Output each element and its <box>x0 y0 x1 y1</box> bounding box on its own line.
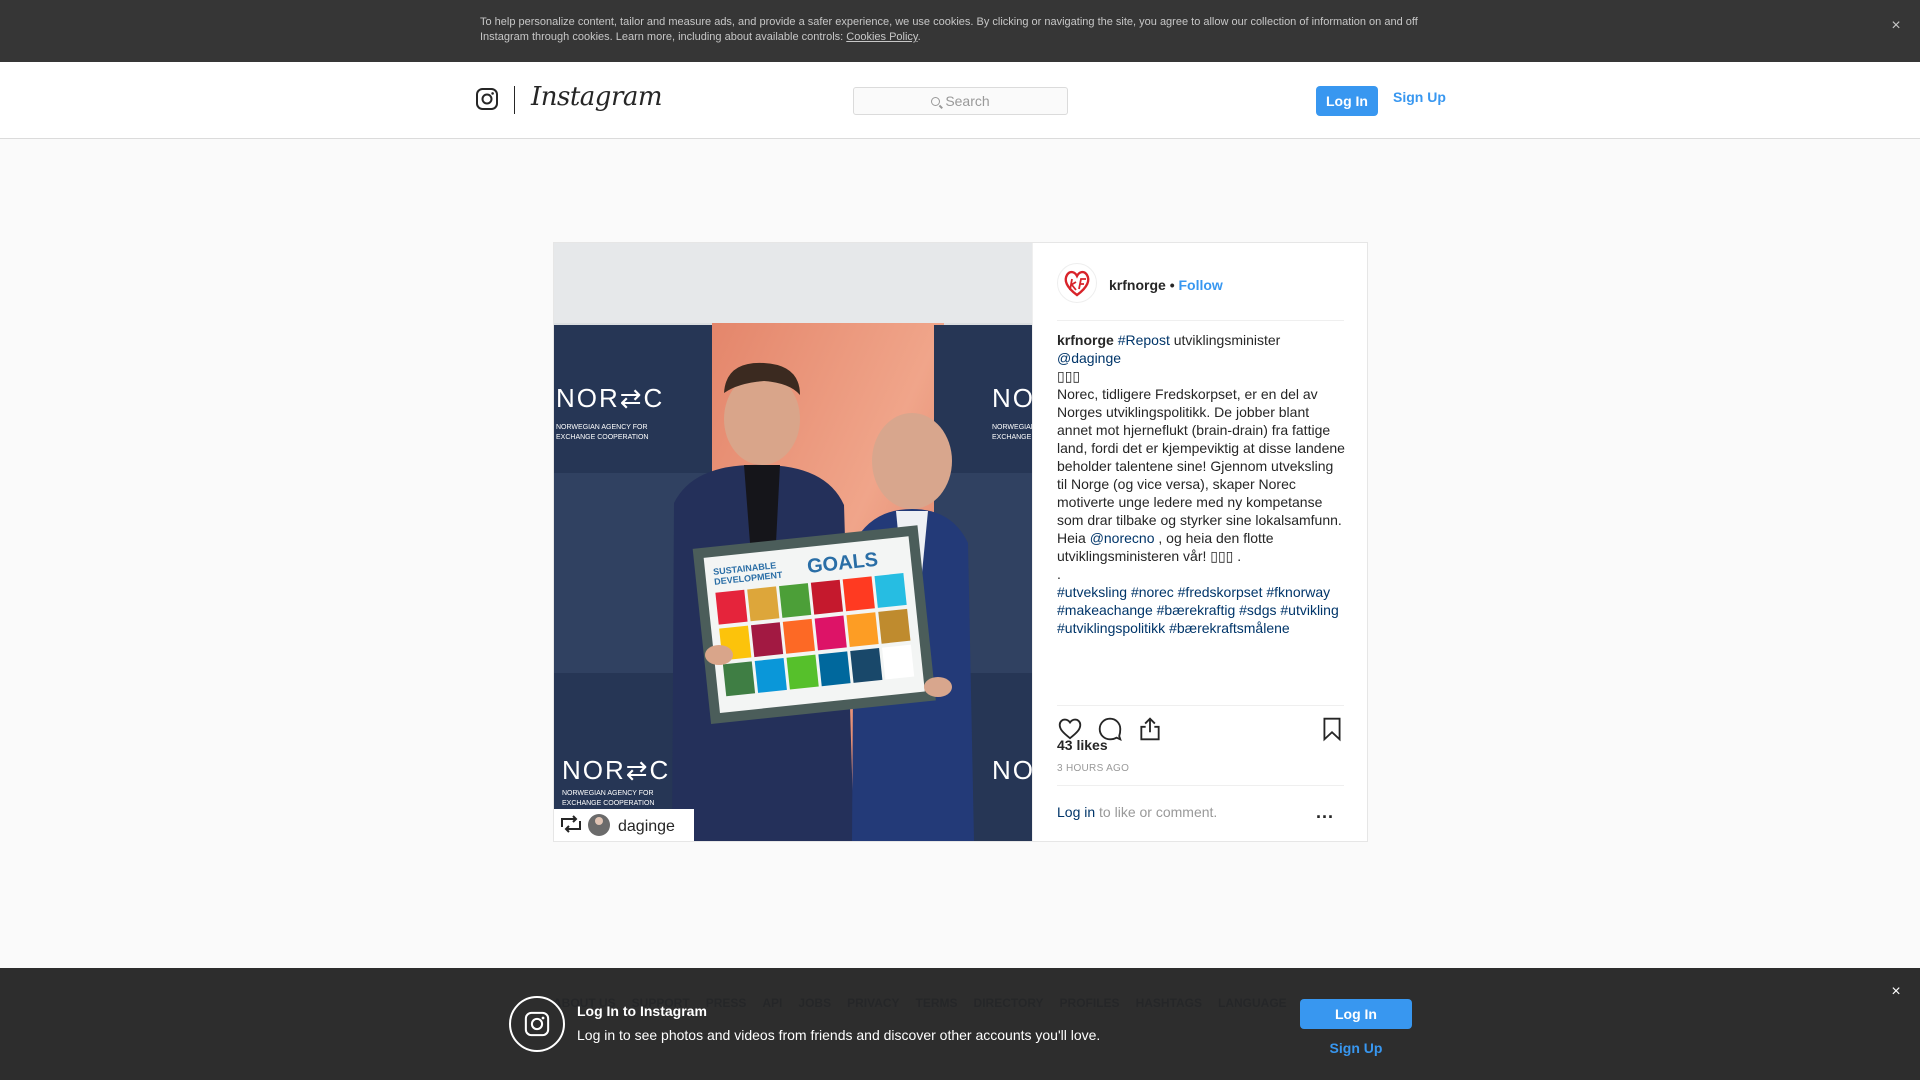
sdg-tile <box>882 644 915 680</box>
post-sidebar: krfnorge • Follow krfnorge #Repost utvik… <box>1032 243 1367 841</box>
login-prompt-title: Log In to Instagram <box>577 1003 707 1019</box>
avatar[interactable] <box>1057 263 1097 303</box>
hashtag-link[interactable]: #sdgs <box>1239 602 1276 618</box>
post-timestamp[interactable]: 3 HOURS AGO <box>1057 763 1129 774</box>
hashtag-link[interactable]: #makeachange <box>1057 602 1153 618</box>
cookies-policy-link[interactable]: Cookies Policy <box>846 31 917 43</box>
caption-dot: . <box>1057 566 1061 582</box>
caption-body: Norec, tidligere Fredskorpset, er en del… <box>1057 386 1345 546</box>
sdg-tile <box>782 618 815 654</box>
login-prompt-description: Log in to see photos and videos from fri… <box>577 1027 1101 1043</box>
sdg-tile <box>818 651 851 687</box>
photo-agency-bottom-left-1: NORWEGIAN AGENCY FOR <box>562 790 654 797</box>
post-photo[interactable]: NOR⇄C NORWEGIAN AGENCY FOR EXCHANGE COOP… <box>554 243 1032 841</box>
sdg-tile <box>878 608 911 644</box>
hashtag-link[interactable]: #fredskorpset <box>1178 584 1263 600</box>
author-username[interactable]: krfnorge <box>1109 277 1166 293</box>
hashtag-list: #utveksling #norec #fredskorpset #fknorw… <box>1057 584 1339 636</box>
signup-link[interactable]: Sign Up <box>1393 89 1446 105</box>
hashtag-repost[interactable]: #Repost <box>1118 332 1170 348</box>
sdg-tile <box>754 658 787 693</box>
sdg-tile <box>750 622 784 658</box>
login-prompt-bar: Log In to Instagram Log in to see photos… <box>0 968 1920 1080</box>
instagram-wordmark[interactable]: Instagram <box>531 82 663 112</box>
post-card: NOR⇄C NORWEGIAN AGENCY FOR EXCHANGE COOP… <box>553 242 1368 842</box>
sdg-tile <box>747 586 780 622</box>
close-icon[interactable]: × <box>1886 982 1906 1002</box>
instagram-glyph-icon <box>509 996 565 1052</box>
caption-username[interactable]: krfnorge <box>1057 332 1114 348</box>
cookie-text: To help personalize content, tailor and … <box>480 16 1418 43</box>
post-header: krfnorge • Follow <box>1057 263 1344 321</box>
comment-prompt-text: to like or comment. <box>1095 804 1218 820</box>
sdg-tile <box>722 661 756 697</box>
hashtag-link[interactable]: #utviklingspolitikk <box>1057 620 1165 636</box>
sdg-tile <box>846 612 879 648</box>
photo-norec-bottom-left: NOR⇄C <box>562 755 670 785</box>
bottom-signup-link[interactable]: Sign Up <box>1300 1040 1412 1056</box>
photo-illustration: NOR⇄C NORWEGIAN AGENCY FOR EXCHANGE COOP… <box>554 243 1032 841</box>
sdg-tile <box>779 583 812 618</box>
photo-norec-top-right: NOR⇄C <box>992 383 1032 413</box>
close-icon[interactable]: × <box>1886 16 1906 36</box>
hashtag-link[interactable]: #utvikling <box>1280 602 1338 618</box>
sdg-tile <box>810 579 844 615</box>
repost-username: daginge <box>618 818 675 835</box>
krf-logo-icon <box>1064 270 1090 297</box>
sdg-tile <box>786 654 819 690</box>
separator-dot: • <box>1169 277 1175 293</box>
photo-agency-top-left-2: EXCHANGE COOPERATION <box>556 434 648 441</box>
login-button[interactable]: Log In <box>1316 86 1378 116</box>
follow-button[interactable]: Follow <box>1178 277 1222 293</box>
caption-emoji: ▯▯▯ <box>1057 368 1081 384</box>
photo-norec-top-left: NOR⇄C <box>556 383 664 413</box>
photo-norec-bottom-right: NOR⇄C <box>992 755 1032 785</box>
photo-agency-top-right-2: EXCHANGE COOPERATION <box>992 434 1032 441</box>
sdg-tile <box>842 576 875 612</box>
hashtag-link[interactable]: #bærekraftig <box>1157 602 1236 618</box>
sdg-tile <box>715 589 748 625</box>
sdg-tile <box>874 573 907 608</box>
search-input[interactable]: Search <box>853 87 1068 115</box>
instagram-glyph-icon[interactable] <box>475 87 499 111</box>
bottom-login-button[interactable]: Log In <box>1300 999 1412 1029</box>
share-icon[interactable] <box>1137 716 1163 742</box>
action-bar <box>1057 705 1345 742</box>
photo-agency-top-left-1: NORWEGIAN AGENCY FOR <box>556 424 648 431</box>
sdg-tile <box>814 615 847 651</box>
bookmark-icon[interactable] <box>1319 716 1345 742</box>
top-nav: Instagram Search Log In Sign Up <box>0 62 1920 139</box>
mention-norecno[interactable]: @norecno <box>1090 530 1155 546</box>
sdg-tile <box>850 647 883 683</box>
hashtag-link[interactable]: #norec <box>1131 584 1174 600</box>
logo-divider <box>514 86 515 114</box>
cookie-banner: To help personalize content, tailor and … <box>0 0 1920 62</box>
comment-area: Log in to like or comment. ... <box>1057 785 1344 841</box>
hashtag-link[interactable]: #utveksling <box>1057 584 1127 600</box>
post-author: krfnorge • Follow <box>1109 277 1223 293</box>
likes-count[interactable]: 43 likes <box>1057 737 1108 753</box>
photo-agency-top-right-1: NORWEGIAN AGENCY FOR <box>992 424 1032 431</box>
cookie-message: To help personalize content, tailor and … <box>480 16 1418 43</box>
hashtag-link[interactable]: #fknorway <box>1266 584 1330 600</box>
caption-text-1: utviklingsminister <box>1169 332 1281 348</box>
mention-daginge[interactable]: @daginge <box>1057 350 1121 366</box>
comment-login-link[interactable]: Log in <box>1057 804 1095 820</box>
post-caption: krfnorge #Repost utviklingsminister @dag… <box>1057 331 1347 637</box>
search-icon <box>931 97 941 106</box>
comment-prompt: Log in to like or comment. <box>1057 804 1217 820</box>
photo-agency-bottom-left-2: EXCHANGE COOPERATION <box>562 800 654 807</box>
hashtag-link[interactable]: #bærekraftsmålene <box>1169 620 1290 636</box>
search-placeholder: Search <box>945 93 990 109</box>
more-options-button[interactable]: ... <box>1316 802 1334 823</box>
